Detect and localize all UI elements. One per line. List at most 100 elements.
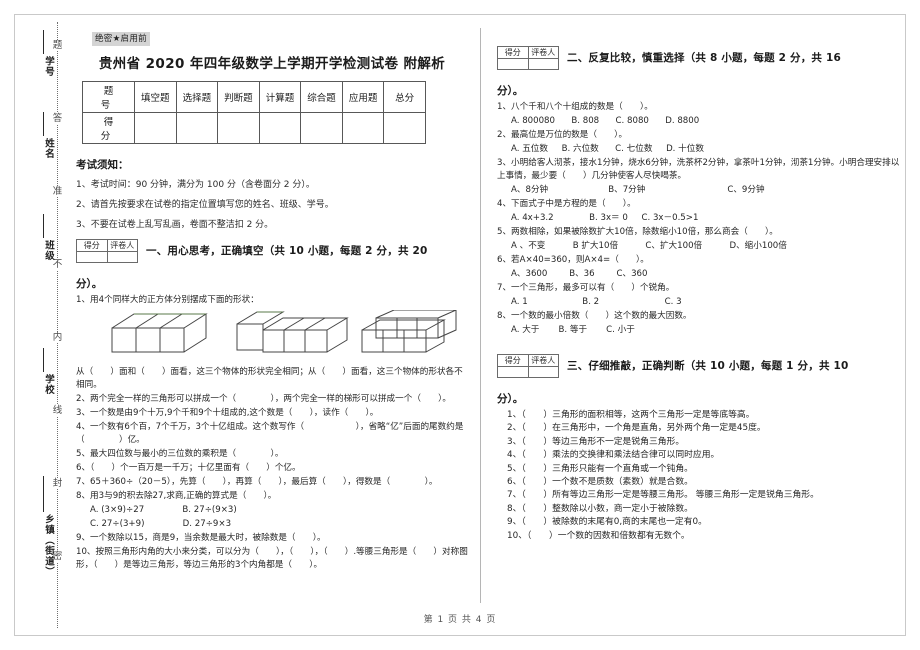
s2-question-3: 3、小明给客人沏茶，接水1分钟，烧水6分钟，洗茶杯2分钟，拿茶叶1分钟，沏茶1分… (497, 158, 900, 181)
s2-question-5-options: A 、不变 B 扩大10倍 C、扩大100倍 D、缩小100倍 (511, 241, 787, 251)
s3-question-10: 10、（ ）一个数的因数和倍数都有无数个。 (507, 530, 690, 541)
score-cell-judge[interactable] (217, 112, 260, 144)
s1-question-1-text: 从（ ）面和（ ）面看，这三个物体的形状完全相同；从（ ）面看，这三个物体的形状… (76, 367, 463, 390)
score-table-row-label-number: 题 号 (82, 81, 135, 113)
section-1-header: 得分 评卷人 一、用心思考，正确填空（共 10 小题，每题 2 分，共 20 (76, 239, 468, 267)
s3-question-4: 4、（ ）乘法的交换律和乘法结合律可以同时应用。 (507, 450, 720, 461)
grader-box-score-value-3[interactable] (497, 366, 529, 378)
seal-char-4: 内 (49, 332, 66, 343)
left-column: 绝密★启用前 贵州省 2020 年四年级数学上学期开学检测试卷 附解析 题 号 … (76, 28, 468, 603)
s3-question-6: 6、（ ）一个数不是质数（素数）就是合数。 (507, 477, 693, 488)
score-col-application: 应用题 (341, 81, 385, 113)
score-table: 题 号 填空题 选择题 判断题 计算题 综合题 应用题 总分 得 分 (82, 81, 426, 144)
section-2-header: 得分 评卷人 二、反复比较，慎重选择（共 8 小题，每题 2 分，共 16 (497, 46, 900, 74)
cube-figures (76, 310, 468, 364)
seal-char-0: 题 (49, 40, 66, 51)
score-col-choice: 选择题 (175, 81, 219, 113)
score-cell-calc[interactable] (258, 112, 302, 144)
section-3-header: 得分 评卷人 三、仔细推敲，正确判断（共 10 小题，每题 1 分，共 10 (497, 354, 900, 382)
score-col-fill: 填空题 (134, 81, 177, 113)
seal-field-school: 学校 (43, 374, 54, 395)
notice-item-3: 3、不要在试卷上乱写乱画，卷面不整洁扣 2 分。 (76, 220, 274, 230)
grader-box-score-label-3: 得分 (497, 354, 529, 367)
seal-rule-3 (43, 348, 44, 372)
s2-question-3-options: A、8分钟 B、7分钟 C、9分钟 (511, 185, 765, 195)
section-3-title-cont: 分）。 (497, 393, 524, 405)
page-footer: 第 1 页 共 4 页 (423, 615, 497, 625)
s1-question-4: 4、一个数有6个百，7个千万，3个十亿组成。这个数写作（ ），省略“亿”后面的尾… (76, 422, 464, 445)
s2-question-4: 4、下面式子中是方程的是（ ）。 (497, 199, 636, 209)
seal-char-5: 线 (49, 405, 66, 416)
score-col-calc: 计算题 (258, 81, 302, 113)
s1-question-8-options-1: A. (3×9)÷27 B. 27÷(9×3) (90, 505, 237, 515)
grader-box-section-3: 得分 评卷人 (497, 354, 559, 378)
grader-box-marker-label-3: 评卷人 (527, 354, 559, 367)
seal-field-name: 姓名 (43, 138, 54, 159)
seal-strip: 题 答 准 不 内 线 封 密 学号 姓名 班级 学校 乡镇（街道） (16, 16, 72, 634)
seal-rule-4 (43, 476, 44, 512)
secret-tag: 绝密★启用前 (92, 32, 150, 46)
s3-question-7: 7、（ ）所有等边三角形一定是等腰三角形。 等腰三角形一定是锐角三角形。 (507, 490, 819, 501)
right-column: 得分 评卷人 二、反复比较，慎重选择（共 8 小题，每题 2 分，共 16 分）… (480, 28, 900, 603)
grader-box-marker-value-2[interactable] (527, 58, 559, 70)
notice-item-2: 2、请首先按要求在试卷的指定位置填写您的姓名、班级、学号。 (76, 200, 334, 210)
score-table-row-label-score: 得 分 (82, 112, 135, 144)
s2-question-2-options: A. 五位数 B. 六位数 C. 七位数 D. 十位数 (511, 144, 704, 154)
grader-box-score-label-2: 得分 (497, 46, 529, 59)
section-1-title-cont: 分）。 (76, 278, 103, 290)
s3-question-8: 8、（ ）整数除以小数，商一定小于被除数。 (507, 503, 693, 514)
s3-question-3: 3、（ ）等边三角形不一定是锐角三角形。 (507, 436, 685, 447)
score-cell-total[interactable] (383, 112, 426, 144)
s1-question-1: 1、用4个同样大的正方体分别摆成下面的形状： (76, 295, 259, 305)
seal-char-1: 答 (49, 113, 66, 124)
s3-question-5: 5、（ ）三角形只能有一个直角或一个钝角。 (507, 463, 693, 474)
seal-char-2: 准 (49, 186, 66, 197)
s1-question-10: 10、按照三角形内角的大小来分类，可以分为（ ），（ ），（ ）.等腰三角形是（… (76, 547, 468, 570)
page-title: 贵州省 2020 年四年级数学上学期开学检测试卷 附解析 (98, 56, 446, 72)
grader-box-section-2: 得分 评卷人 (497, 46, 559, 70)
score-col-total: 总分 (383, 81, 426, 113)
grader-box-score-label: 得分 (76, 239, 108, 252)
grader-box-section-1: 得分 评卷人 (76, 239, 138, 263)
score-col-judge: 判断题 (217, 81, 260, 113)
score-cell-fill[interactable] (134, 112, 177, 144)
s1-question-6: 6、（ ）个一百万是一千万；十亿里面有（ ）个亿。 (76, 463, 301, 473)
score-col-comprehensive: 综合题 (300, 81, 343, 113)
s1-question-3: 3、一个数是由9个十万,9个千和9个十组成的,这个数是（ ），读作（ ）。 (76, 408, 379, 418)
score-cell-comprehensive[interactable] (300, 112, 343, 144)
notice-item-1: 1、考试时间：90 分钟，满分为 100 分（含卷面分 2 分）。 (76, 180, 315, 190)
score-cell-application[interactable] (341, 112, 385, 144)
s1-question-5: 5、最大四位数与最小的三位数的乘积是（ ）。 (76, 449, 284, 459)
s2-question-1: 1、八个千和八个十组成的数是（ ）。 (497, 102, 653, 112)
s1-question-2: 2、两个完全一样的三角形可以拼成一个（ ），两个完全一样的梯形可以拼成一个（ ）… (76, 394, 451, 404)
score-table-value-row: 得 分 (82, 112, 426, 144)
seal-field-class: 班级 (43, 240, 54, 261)
s2-question-5: 5、两数相除，如果被除数扩大10倍，除数缩小10倍，那么商会（ ）。 (497, 227, 778, 237)
grader-box-marker-value-3[interactable] (527, 366, 559, 378)
s2-question-8-options: A. 大于 B. 等于 C. 小于 (511, 325, 635, 335)
grader-box-score-value-2[interactable] (497, 58, 529, 70)
seal-rule-1 (43, 112, 44, 136)
seal-char-6: 封 (49, 478, 66, 489)
grader-box-marker-value[interactable] (106, 251, 138, 263)
s3-question-2: 2、（ ）在三角形中，一个角是直角，另外两个角一定是45度。 (507, 423, 766, 434)
s1-question-8-options-2: C. 27÷(3+9) D. 27÷9×3 (90, 519, 232, 529)
s2-question-2: 2、最高位是万位的数是（ ）。 (497, 130, 628, 140)
grader-box-score-value[interactable] (76, 251, 108, 263)
seal-field-town: 乡镇（街道） (43, 514, 54, 577)
s1-question-7: 7、65＋360÷（20－5），先算（ ），再算（ ），最后算（ ），得数是（ … (76, 477, 438, 487)
s3-question-1: 1、（ ）三角形的面积相等，这两个三角形一定是等底等高。 (507, 410, 755, 420)
seal-rule-2 (43, 214, 44, 238)
score-table-header-row: 题 号 填空题 选择题 判断题 计算题 综合题 应用题 总分 (82, 81, 426, 113)
s2-question-6: 6、若A×40=360，则A×4=（ ）。 (497, 255, 649, 265)
grader-box-marker-label: 评卷人 (106, 239, 138, 252)
s2-question-7: 7、一个三角形，最多可以有（ ）个锐角。 (497, 283, 675, 293)
exam-page: 题 答 准 不 内 线 封 密 学号 姓名 班级 学校 乡镇（街道） 绝密★启用… (0, 0, 920, 650)
s3-question-9: 9、（ ）被除数的末尾有0,商的末尾也一定有0。 (507, 517, 707, 528)
s1-question-9: 9、一个数除以15，商是9，当余数是最大时，被除数是（ ）。 (76, 533, 326, 543)
s2-question-4-options: A. 4x+3.2 B. 3x＝ 0 C. 3x－0.5>1 (511, 213, 699, 223)
score-cell-choice[interactable] (175, 112, 219, 144)
cube-figure-b (236, 311, 349, 353)
s2-question-1-options: A. 800080 B. 808 C. 8080 D. 8800 (511, 116, 700, 126)
section-2-title-cont: 分）。 (497, 85, 524, 97)
